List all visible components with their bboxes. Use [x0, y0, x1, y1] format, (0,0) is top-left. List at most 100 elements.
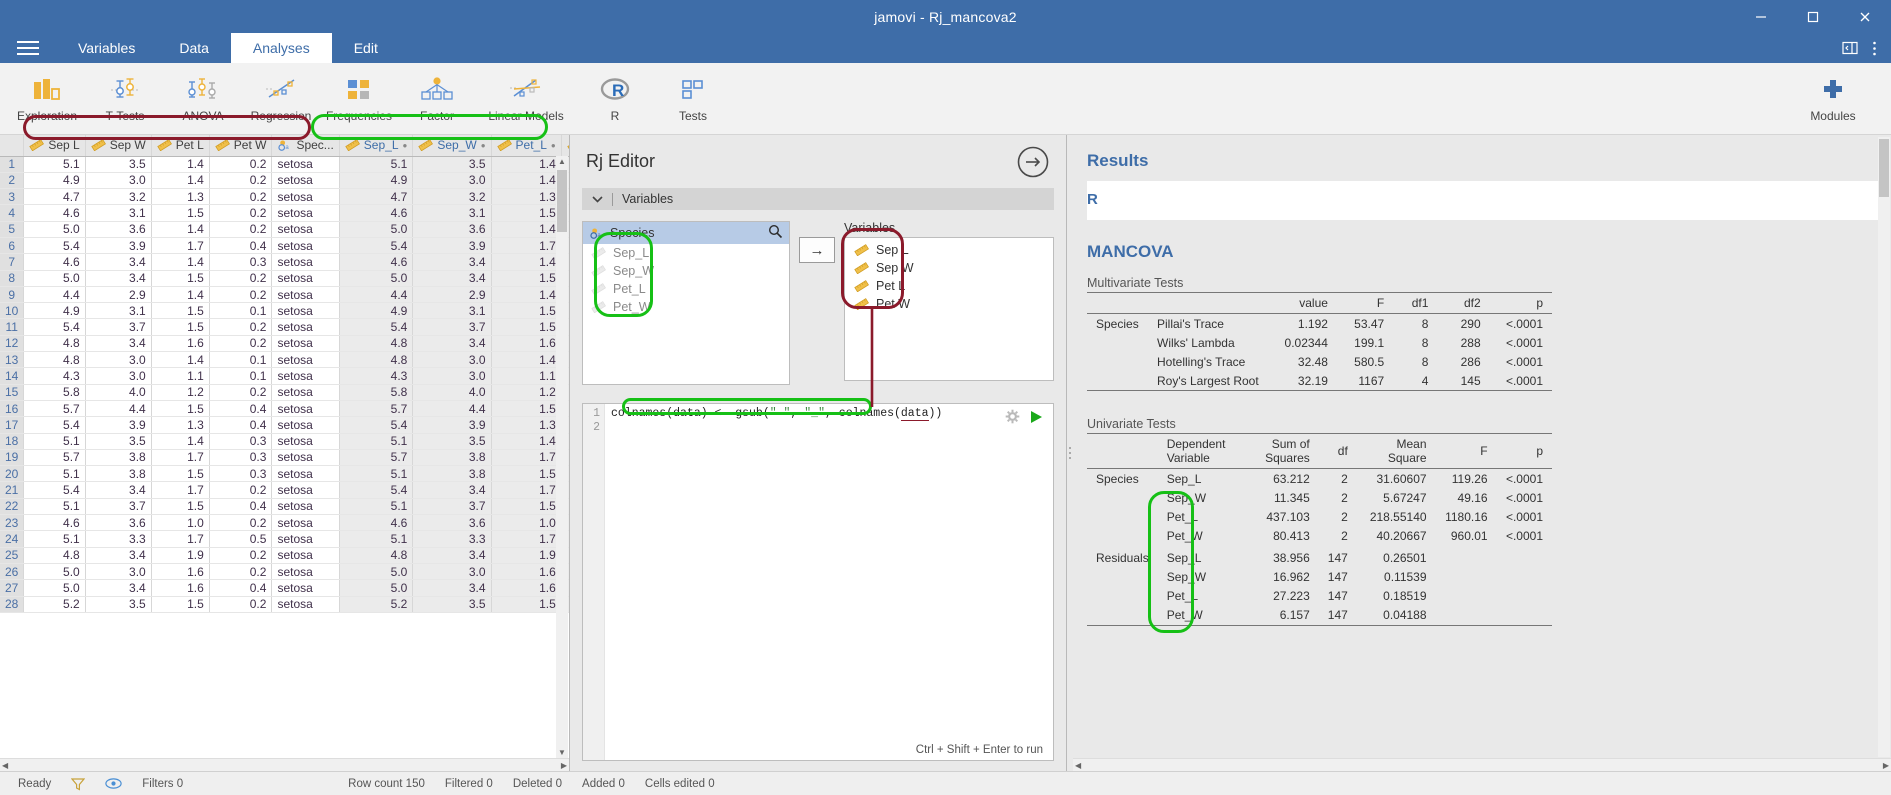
cell-pet-w[interactable]: 0.2 [209, 384, 273, 401]
target-variable-item[interactable]: Pet W [845, 295, 1053, 313]
table-row[interactable]: 65.43.91.70.4setosa5.43.91.70.4 [0, 237, 569, 255]
table-row[interactable]: 245.13.31.70.5setosa5.13.31.70.5 [0, 530, 569, 548]
cell-sep-w-computed[interactable]: 4.0 [412, 384, 492, 401]
row-number[interactable]: 9 [0, 286, 25, 304]
cell-species[interactable]: setosa [271, 579, 340, 597]
cell-sep-l-computed[interactable]: 5.4 [339, 318, 414, 336]
cell-sep-l-computed[interactable]: 5.4 [339, 481, 414, 499]
cell-sep-l-computed[interactable]: 5.1 [339, 530, 414, 548]
cell-pet-w[interactable]: 0.2 [209, 188, 273, 206]
cell-sep-w[interactable]: 3.0 [85, 172, 152, 190]
cell-sep-l-computed[interactable]: 4.7 [339, 188, 414, 206]
cell-pet-l[interactable]: 1.4 [151, 433, 210, 450]
cell-sep-l-computed[interactable]: 4.8 [339, 335, 414, 353]
cell-sep-w[interactable]: 3.3 [85, 530, 152, 548]
cell-sep-w[interactable]: 4.0 [85, 384, 152, 401]
cell-sep-w-computed[interactable]: 3.5 [412, 596, 492, 613]
cell-species[interactable]: setosa [271, 367, 340, 385]
target-variable-item[interactable]: Pet L [845, 277, 1053, 295]
cell-species[interactable]: setosa [271, 253, 340, 271]
cell-sep-w[interactable]: 3.6 [85, 221, 152, 238]
cell-pet-w[interactable]: 0.4 [209, 237, 273, 255]
table-row[interactable]: 254.83.41.90.2setosa4.83.41.90.2 [0, 547, 569, 564]
spreadsheet-scroll-region[interactable]: Sep L Sep W Pet L Pet W a Spec... Sep_L … [0, 135, 569, 758]
cell-sep-w-computed[interactable]: 3.6 [412, 514, 492, 532]
column-header-pet-l-computed[interactable]: Pet_L ● [491, 135, 562, 157]
cell-sep-l-computed[interactable]: 5.0 [339, 270, 414, 287]
cell-pet-l-computed[interactable]: 1.4 [491, 156, 562, 173]
cell-pet-l[interactable]: 1.7 [151, 237, 210, 255]
cell-pet-l-computed[interactable]: 1.6 [491, 579, 562, 597]
cell-sep-l[interactable]: 5.8 [23, 384, 86, 401]
table-row[interactable]: 134.83.01.40.1setosa4.83.01.40.1 [0, 351, 569, 369]
more-options-icon[interactable] [1872, 40, 1877, 57]
cell-pet-l-computed[interactable]: 1.4 [491, 286, 562, 304]
table-row[interactable]: 124.83.41.60.2setosa4.83.41.60.2 [0, 335, 569, 353]
cell-sep-w[interactable]: 3.4 [85, 270, 152, 287]
cell-sep-l-computed[interactable]: 5.7 [339, 400, 414, 418]
cell-pet-l[interactable]: 1.5 [151, 204, 210, 222]
cell-sep-l[interactable]: 4.6 [23, 514, 86, 532]
filter-icon[interactable] [61, 777, 95, 791]
spreadsheet-vertical-scrollbar[interactable]: ▲ ▼ [556, 156, 568, 758]
column-header-sep-w[interactable]: Sep W [85, 135, 152, 157]
cell-sep-w[interactable]: 3.5 [85, 156, 152, 173]
source-variable-item[interactable]: Sep_W [583, 262, 789, 280]
cell-sep-l[interactable]: 4.8 [23, 335, 86, 353]
cell-pet-l-computed[interactable]: 1.1 [491, 367, 562, 385]
scroll-left-arrow[interactable]: ◀ [1075, 761, 1081, 770]
cell-sep-w-computed[interactable]: 3.0 [412, 563, 492, 581]
row-number[interactable]: 19 [0, 449, 25, 467]
cell-pet-l-computed[interactable]: 1.5 [491, 318, 562, 336]
cell-species[interactable]: setosa [271, 596, 340, 613]
cell-pet-w[interactable]: 0.4 [209, 400, 273, 418]
cell-sep-l[interactable]: 4.9 [23, 172, 86, 190]
code-line-2[interactable] [611, 421, 1047, 435]
tab-edit[interactable]: Edit [332, 33, 400, 63]
table-row[interactable]: 15.13.51.40.2setosa5.13.51.40.2 [0, 156, 569, 173]
cell-sep-w-computed[interactable]: 3.8 [412, 465, 492, 483]
cell-sep-l-computed[interactable]: 4.3 [339, 367, 414, 385]
r-code-editor[interactable]: 1 2 colnames(data) <- gsub(" ", "_", col… [582, 403, 1054, 761]
cell-sep-w[interactable]: 3.4 [85, 481, 152, 499]
ribbon-regression-button[interactable]: Regression [242, 66, 320, 132]
row-number[interactable]: 15 [0, 384, 25, 401]
cell-sep-w[interactable]: 3.0 [85, 563, 152, 581]
cell-species[interactable]: setosa [271, 547, 340, 564]
cell-sep-l-computed[interactable]: 5.4 [339, 416, 414, 434]
cell-sep-w-computed[interactable]: 3.1 [412, 302, 492, 320]
source-variable-item[interactable]: Pet_W [583, 298, 789, 316]
cell-pet-l-computed[interactable]: 1.3 [491, 416, 562, 434]
table-row[interactable]: 115.43.71.50.2setosa5.43.71.50.2 [0, 318, 569, 336]
cell-species[interactable]: setosa [271, 384, 340, 401]
cell-sep-w-computed[interactable]: 3.1 [412, 204, 492, 222]
cell-sep-l-computed[interactable]: 4.8 [339, 547, 414, 564]
cell-pet-l-computed[interactable]: 1.5 [491, 302, 562, 320]
cell-sep-w-computed[interactable]: 3.4 [412, 253, 492, 271]
cell-pet-l[interactable]: 1.5 [151, 400, 210, 418]
grid-corner[interactable] [0, 135, 25, 157]
cell-sep-w-computed[interactable]: 3.4 [412, 481, 492, 499]
row-number[interactable]: 6 [0, 237, 25, 255]
minimize-button[interactable] [1735, 0, 1787, 33]
cell-pet-l[interactable]: 1.4 [151, 221, 210, 238]
table-row[interactable]: 205.13.81.50.3setosa5.13.81.50.3 [0, 465, 569, 483]
cell-sep-l-computed[interactable]: 4.6 [339, 253, 414, 271]
scroll-left-arrow[interactable]: ◀ [2, 761, 8, 770]
code-line-1[interactable]: colnames(data) <- gsub(" ", "_", colname… [611, 407, 1047, 421]
scroll-right-arrow[interactable]: ▶ [1883, 761, 1889, 770]
cell-sep-l[interactable]: 5.2 [23, 596, 86, 613]
cell-species[interactable]: setosa [271, 498, 340, 516]
cell-pet-l-computed[interactable]: 1.3 [491, 188, 562, 206]
cell-species[interactable]: setosa [271, 400, 340, 418]
cell-pet-w[interactable]: 0.1 [209, 367, 273, 385]
cell-sep-l[interactable]: 5.0 [23, 579, 86, 597]
target-variable-item[interactable]: Sep L [845, 241, 1053, 259]
tab-data[interactable]: Data [157, 33, 231, 63]
cell-sep-l[interactable]: 5.4 [23, 416, 86, 434]
play-icon[interactable] [1030, 410, 1043, 427]
cell-pet-w[interactable]: 0.3 [209, 449, 273, 467]
cell-sep-w[interactable]: 3.0 [85, 351, 152, 369]
scroll-thumb[interactable] [1879, 139, 1889, 197]
cell-pet-w[interactable]: 0.2 [209, 318, 273, 336]
